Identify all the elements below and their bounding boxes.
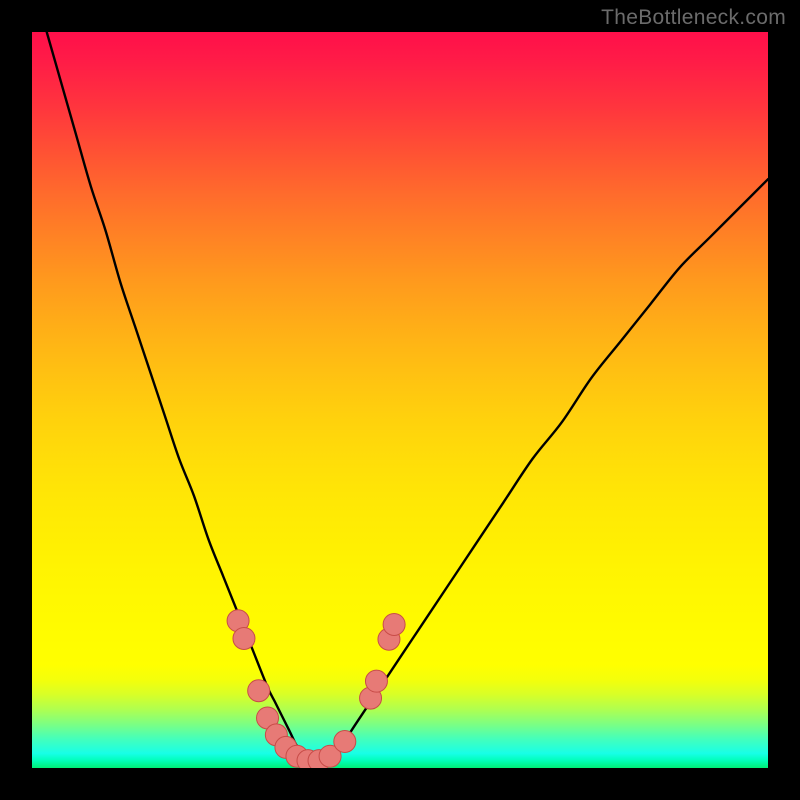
watermark-text: TheBottleneck.com bbox=[601, 6, 786, 30]
data-marker bbox=[383, 613, 405, 635]
data-marker bbox=[334, 731, 356, 753]
plot-area bbox=[32, 32, 768, 768]
curve-group bbox=[47, 32, 768, 764]
data-marker bbox=[365, 670, 387, 692]
marker-group bbox=[227, 610, 405, 768]
data-marker bbox=[233, 627, 255, 649]
bottleneck-curve bbox=[47, 32, 768, 764]
chart-frame: TheBottleneck.com bbox=[0, 0, 800, 800]
data-marker bbox=[248, 680, 270, 702]
chart-svg bbox=[32, 32, 768, 768]
